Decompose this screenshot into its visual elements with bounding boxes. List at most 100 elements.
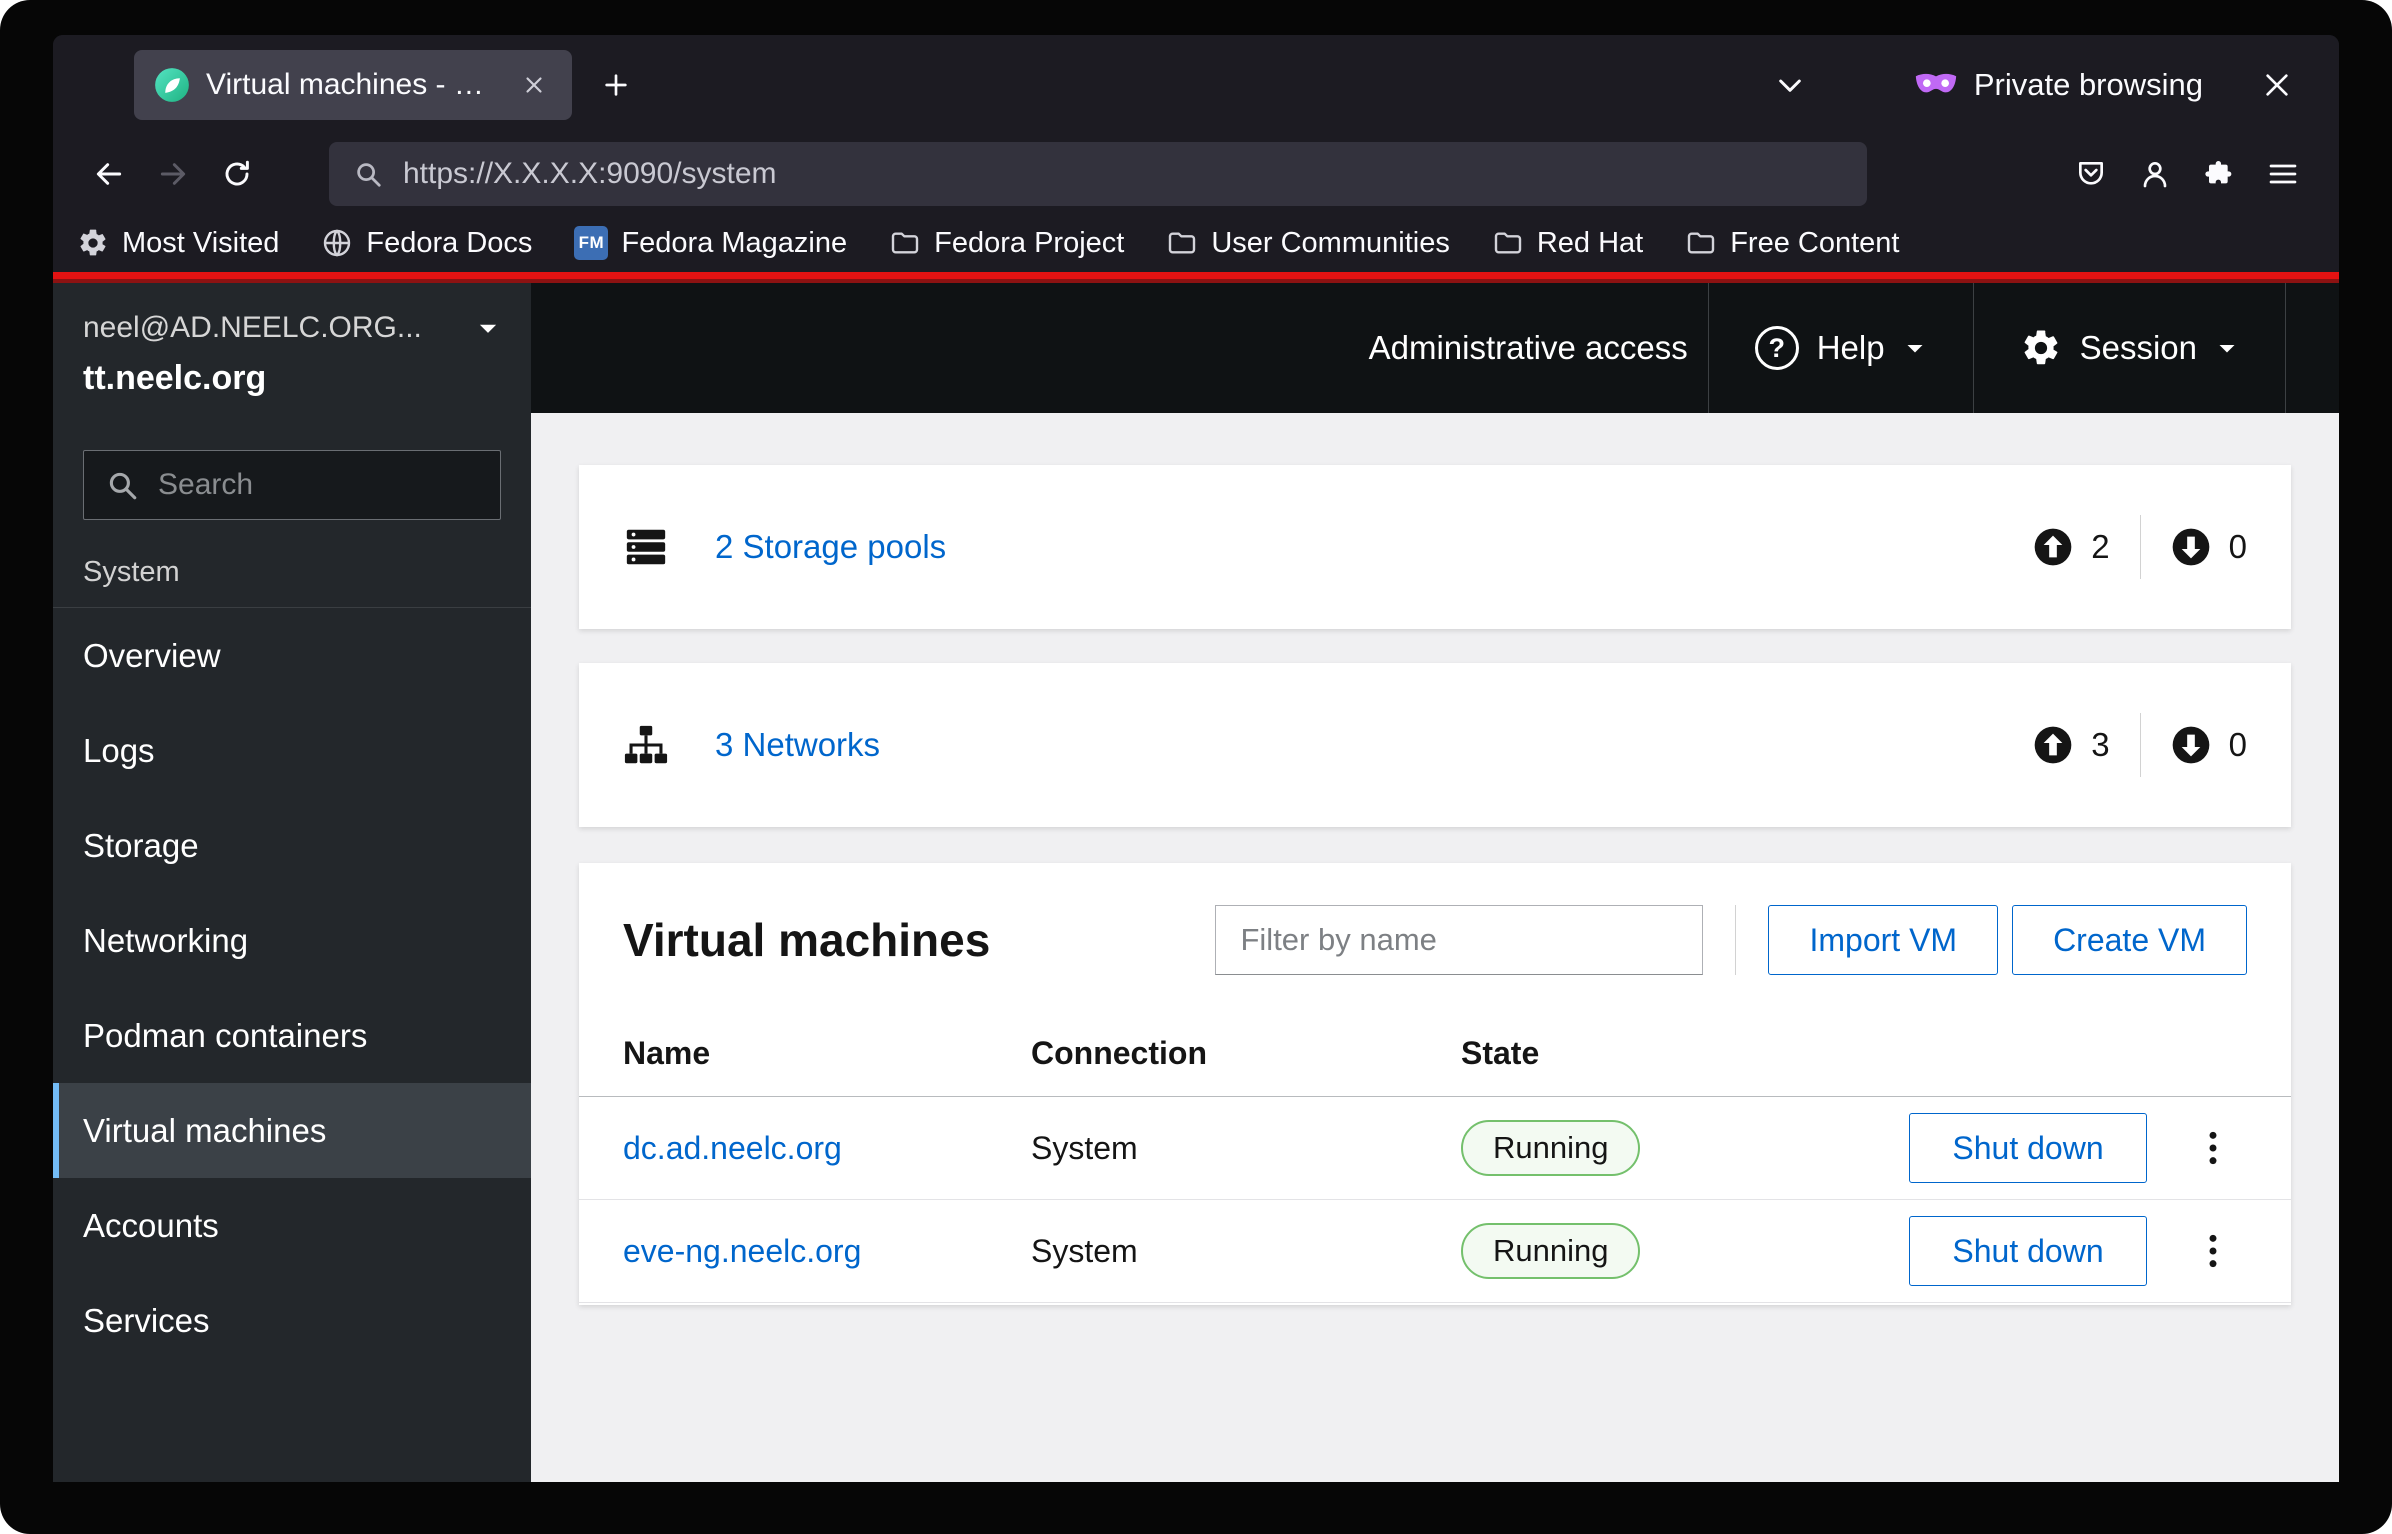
- extensions-icon[interactable]: [2191, 146, 2247, 202]
- kebab-menu-icon[interactable]: [2191, 1120, 2235, 1176]
- up-count: 2: [2091, 528, 2110, 565]
- url-bar[interactable]: https://X.X.X.X:9090/system: [329, 142, 1867, 206]
- host-switcher[interactable]: neel@AD.NEELC.ORG... tt.neelc.org: [53, 283, 531, 422]
- column-header-state: State: [1461, 1013, 1898, 1097]
- bookmark-label: Fedora Magazine: [621, 226, 848, 259]
- sidebar-item-label: Accounts: [83, 1206, 219, 1244]
- new-tab-button[interactable]: [588, 57, 644, 113]
- caret-down-icon: [475, 315, 501, 341]
- browser-tab[interactable]: Virtual machines - neel@/: [134, 49, 572, 120]
- bookmark-most-visited[interactable]: Most Visited: [77, 227, 279, 260]
- status-badge: Running: [1461, 1120, 1641, 1176]
- globe-icon: [321, 227, 353, 259]
- stat-divider: [2139, 713, 2141, 777]
- main-content: 2 Storage pools 2 0 3 Networks 3 0 Virtu…: [531, 413, 2339, 1482]
- help-label: Help: [1816, 329, 1885, 366]
- session-label: Session: [2079, 329, 2197, 366]
- account-icon[interactable]: [2127, 146, 2183, 202]
- storage-icon: [623, 524, 669, 570]
- down-count: 0: [2228, 726, 2247, 763]
- sidebar-nav: System Overview Logs Storage Networking …: [53, 556, 531, 1368]
- folder-icon: [1492, 227, 1524, 259]
- bookmark-free-content[interactable]: Free Content: [1685, 227, 1899, 260]
- fm-badge-icon: FM: [574, 226, 609, 260]
- storage-pools-link[interactable]: 2 Storage pools: [715, 528, 946, 566]
- sidebar-item-label: Networking: [83, 921, 249, 959]
- bookmark-label: Most Visited: [122, 226, 280, 259]
- sidebar-item-podman-containers[interactable]: Podman containers: [53, 988, 531, 1083]
- window-close-button[interactable]: [2249, 57, 2305, 113]
- virtual-machines-card: Virtual machines Import VM Create VM Nam…: [579, 863, 2291, 1305]
- forward-button[interactable]: [145, 146, 201, 202]
- import-vm-button[interactable]: Import VM: [1768, 905, 1999, 975]
- bookmarks-bar: Most Visited Fedora Docs FM Fedora Magaz…: [53, 214, 2339, 272]
- reload-button[interactable]: [209, 146, 265, 202]
- toolbar-divider: [1735, 905, 1737, 975]
- search-icon: [105, 468, 139, 502]
- sidebar: neel@AD.NEELC.ORG... tt.neelc.org System…: [53, 283, 531, 1482]
- url-text: https://X.X.X.X:9090/system: [403, 157, 777, 190]
- create-vm-button[interactable]: Create VM: [2012, 905, 2247, 975]
- kebab-menu-icon[interactable]: [2191, 1223, 2235, 1279]
- bookmark-red-hat[interactable]: Red Hat: [1492, 227, 1643, 260]
- storage-pools-card: 2 Storage pools 2 0: [579, 465, 2291, 629]
- bookmark-fedora-docs[interactable]: Fedora Docs: [321, 227, 532, 260]
- sidebar-item-label: Overview: [83, 636, 221, 674]
- bookmark-label: Red Hat: [1536, 226, 1644, 259]
- bookmark-label: Free Content: [1730, 226, 1900, 259]
- caret-down-icon: [1903, 336, 1927, 360]
- menu-icon[interactable]: [2255, 146, 2311, 202]
- sidebar-item-label: Storage: [83, 826, 199, 864]
- folder-icon: [889, 227, 921, 259]
- window-frame: Virtual machines - neel@/ Private browsi…: [0, 0, 2392, 1534]
- sidebar-item-overview[interactable]: Overview: [53, 608, 531, 703]
- page-title: Virtual machines: [623, 914, 991, 966]
- admin-access-button[interactable]: Administrative access: [1369, 329, 1688, 367]
- networks-card: 3 Networks 3 0: [579, 663, 2291, 827]
- shut-down-button[interactable]: Shut down: [1909, 1113, 2147, 1183]
- back-button[interactable]: [81, 146, 137, 202]
- gear-icon: [2020, 327, 2062, 369]
- networks-stats: 3 0: [2033, 713, 2247, 777]
- sidebar-item-virtual-machines[interactable]: Virtual machines: [53, 1083, 531, 1178]
- help-icon: [1754, 326, 1799, 370]
- tab-list-button[interactable]: [1762, 57, 1818, 113]
- sidebar-item-label: Services: [83, 1301, 210, 1339]
- browser-window: Virtual machines - neel@/ Private browsi…: [53, 35, 2339, 1482]
- caret-down-icon: [2215, 336, 2239, 360]
- bookmark-fedora-project[interactable]: Fedora Project: [889, 227, 1124, 260]
- sidebar-item-services[interactable]: Services: [53, 1273, 531, 1368]
- table-row: eve-ng.neelc.org System Running Shut dow…: [579, 1199, 2291, 1303]
- help-menu[interactable]: Help: [1707, 283, 1973, 413]
- pocket-icon[interactable]: [2063, 146, 2119, 202]
- sidebar-username: neel@AD.NEELC.ORG...: [83, 311, 422, 344]
- sidebar-item-logs[interactable]: Logs: [53, 703, 531, 798]
- sidebar-item-storage[interactable]: Storage: [53, 798, 531, 893]
- vm-name-link[interactable]: eve-ng.neelc.org: [623, 1233, 861, 1269]
- vm-name-link[interactable]: dc.ad.neelc.org: [623, 1130, 842, 1166]
- screenshot: Virtual machines - neel@/ Private browsi…: [0, 0, 2392, 1534]
- sidebar-item-accounts[interactable]: Accounts: [53, 1178, 531, 1273]
- down-count: 0: [2228, 528, 2247, 565]
- up-count: 3: [2091, 726, 2110, 763]
- networks-link[interactable]: 3 Networks: [715, 726, 880, 764]
- column-header-actions: [1898, 1013, 2291, 1097]
- vm-connection: System: [1031, 1129, 1138, 1166]
- status-badge: Running: [1461, 1223, 1641, 1279]
- nav-section-label: System: [53, 556, 531, 608]
- bookmark-user-communities[interactable]: User Communities: [1166, 227, 1450, 260]
- bookmark-label: User Communities: [1211, 226, 1450, 259]
- shut-down-button[interactable]: Shut down: [1909, 1216, 2147, 1286]
- sidebar-search-input[interactable]: [83, 450, 501, 520]
- filter-by-name-input[interactable]: [1215, 905, 1704, 975]
- tab-close-icon[interactable]: [514, 65, 554, 105]
- content-column: Administrative access Help Session: [531, 283, 2339, 1482]
- masthead-divider: [2285, 283, 2339, 413]
- masthead: Administrative access Help Session: [531, 283, 2339, 413]
- sidebar-item-networking[interactable]: Networking: [53, 893, 531, 988]
- private-browsing-badge: Private browsing: [1914, 63, 2203, 107]
- session-menu[interactable]: Session: [1972, 283, 2285, 413]
- bookmark-fedora-magazine[interactable]: FM Fedora Magazine: [574, 226, 847, 260]
- gear-icon: [77, 227, 109, 259]
- arrow-up-circle-icon: [2033, 725, 2073, 765]
